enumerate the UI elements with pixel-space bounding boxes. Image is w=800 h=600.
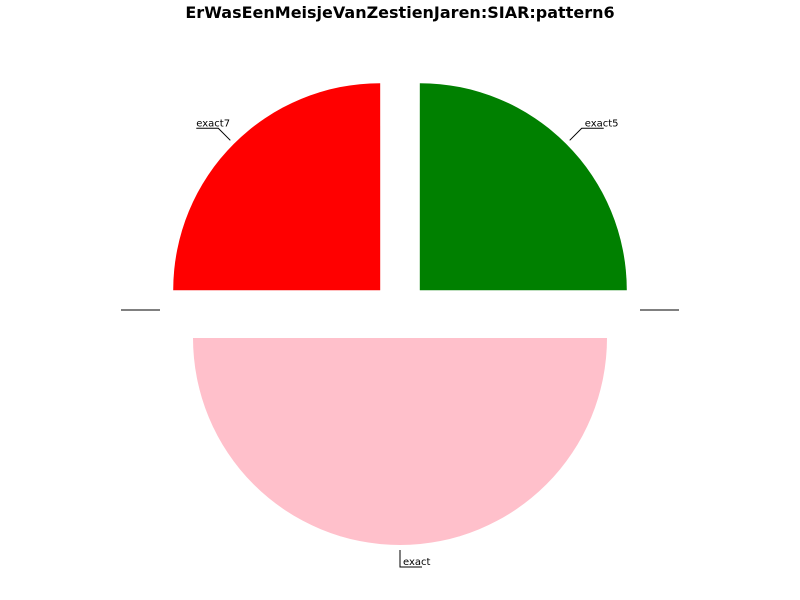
pie-chart: exact5 exact exact7 bbox=[121, 83, 679, 568]
pie-slices bbox=[173, 83, 627, 545]
pie-slice-exact5 bbox=[419, 83, 627, 291]
slice-label: exact bbox=[403, 557, 431, 568]
slice-label: exact7 bbox=[196, 118, 230, 129]
slice-label: exact5 bbox=[585, 118, 619, 129]
pie-slice-exact bbox=[193, 338, 607, 545]
pie-slice-exact7 bbox=[173, 83, 381, 291]
leader-line bbox=[196, 127, 231, 141]
leader-line bbox=[569, 127, 604, 141]
